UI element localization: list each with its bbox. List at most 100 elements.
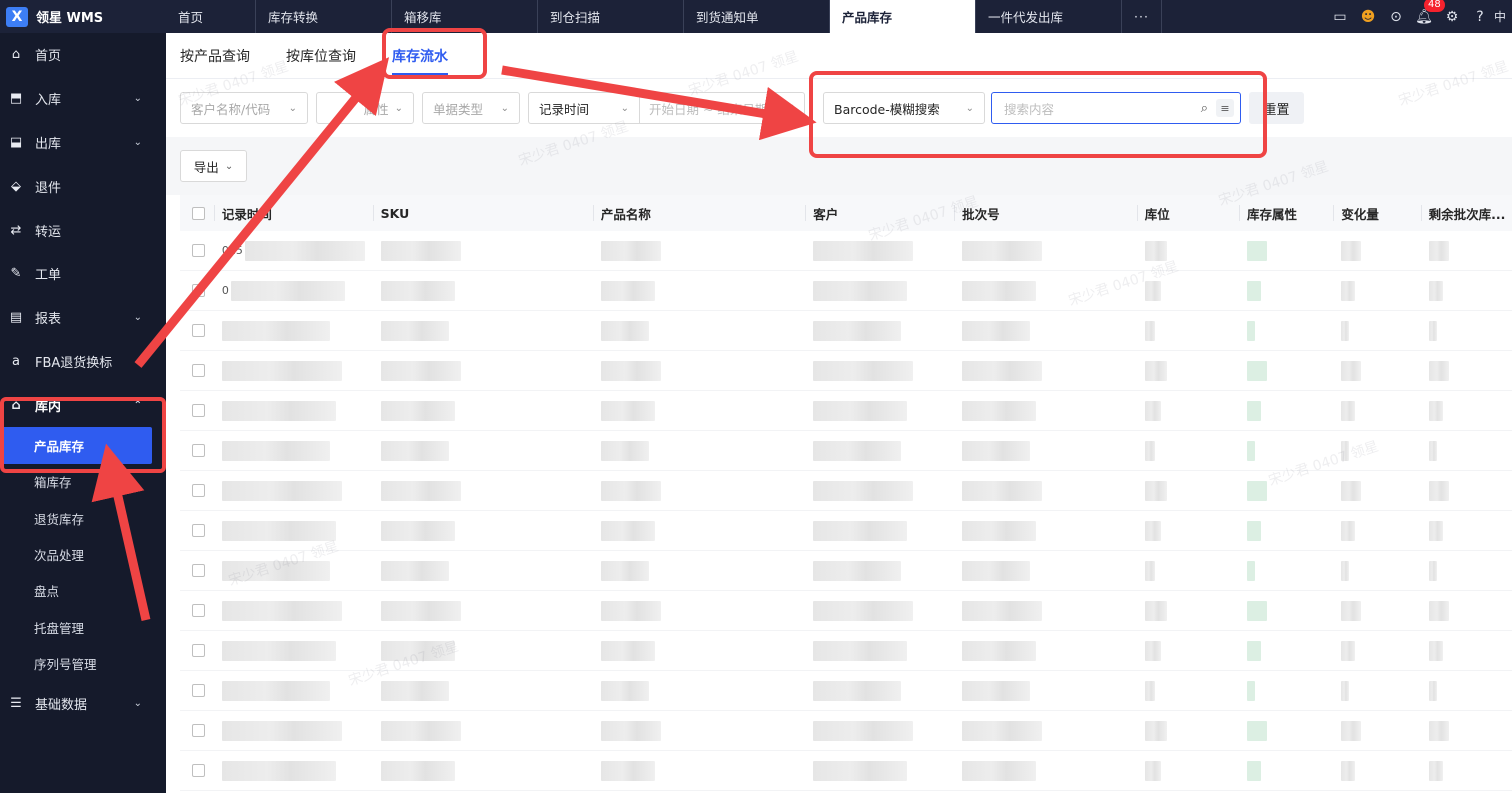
top-tab-3[interactable]: 到仓扫描	[538, 0, 684, 33]
table-row[interactable]: 025	[180, 231, 1512, 271]
row-checkbox-cell[interactable]	[180, 311, 214, 351]
checkbox[interactable]	[192, 324, 205, 337]
table-row[interactable]	[180, 511, 1512, 551]
column-header[interactable]: 记录时间	[213, 195, 373, 231]
column-header[interactable]: 剩余批次库...	[1420, 195, 1512, 231]
sidebar-subitem-1[interactable]: 箱库存	[0, 464, 166, 500]
sidebar-subitem-3[interactable]: 次品处理	[0, 536, 166, 572]
row-checkbox-cell[interactable]	[180, 431, 214, 471]
sidebar-item-0[interactable]: ⌂ 首页	[0, 33, 166, 77]
sidebar-item-6[interactable]: ▤ 报表 ⌄	[0, 296, 166, 340]
search-icon[interactable]: ⌕	[1201, 101, 1208, 116]
export-button[interactable]: 导出 ⌄	[180, 150, 247, 182]
sidebar-item-7[interactable]: a FBA退货换标 ⌄	[0, 340, 166, 384]
checkbox[interactable]	[192, 484, 205, 497]
row-checkbox-cell[interactable]	[180, 751, 214, 791]
table-row[interactable]	[180, 671, 1512, 711]
column-header[interactable]: 变化量	[1333, 195, 1420, 231]
time-field-select[interactable]: 记录时间 ⌄	[528, 92, 640, 124]
top-tab-4[interactable]: 到货通知单	[684, 0, 830, 33]
table-row[interactable]	[180, 631, 1512, 671]
row-checkbox-cell[interactable]	[180, 511, 214, 551]
sidebar-subitem-4[interactable]: 盘点	[0, 573, 166, 609]
customer-select[interactable]: 客户名称/代码 ⌄	[180, 92, 308, 124]
table-row[interactable]: 0	[180, 271, 1512, 311]
select-all-checkbox[interactable]	[180, 195, 214, 231]
attribute-select[interactable]: 属性 ⌄	[316, 92, 414, 124]
sidebar-item-1[interactable]: ⬒ 入库 ⌄	[0, 77, 166, 121]
doc-type-select[interactable]: 单据类型 ⌄	[422, 92, 520, 124]
sub-tab-1[interactable]: 按库位查询	[286, 33, 356, 79]
checkbox[interactable]	[192, 724, 205, 737]
top-tab-6[interactable]: 一件代发出库	[976, 0, 1122, 33]
sidebar-item-3[interactable]: ⬙ 退件	[0, 164, 166, 208]
column-header[interactable]: 库位	[1136, 195, 1239, 231]
column-header[interactable]: 库存属性	[1239, 195, 1333, 231]
checkbox[interactable]	[192, 244, 205, 257]
row-checkbox-cell[interactable]	[180, 351, 214, 391]
sidebar-item-5[interactable]: ✎ 工单	[0, 252, 166, 296]
download-icon[interactable]: ⊙	[1382, 0, 1410, 33]
table-row[interactable]	[180, 551, 1512, 591]
help-icon[interactable]: ?	[1466, 0, 1494, 33]
batch-search-icon[interactable]: ≡	[1216, 99, 1234, 117]
row-checkbox-cell[interactable]	[180, 711, 214, 751]
search-input[interactable]: 搜索内容 ⌕ ≡	[991, 92, 1241, 124]
date-range-picker[interactable]: 开始日期 ~ 结束日期 ▦	[639, 92, 805, 124]
row-checkbox-cell[interactable]	[180, 471, 214, 511]
top-tab-5[interactable]: 产品库存	[830, 0, 976, 33]
row-checkbox-cell[interactable]	[180, 591, 214, 631]
checkbox[interactable]	[192, 564, 205, 577]
checkbox[interactable]	[192, 764, 205, 777]
checkbox[interactable]	[192, 524, 205, 537]
checkbox[interactable]	[192, 684, 205, 697]
top-tab-1[interactable]: 库存转换	[256, 0, 392, 33]
sidebar-item-8[interactable]: ⌂ 库内 ⌃	[0, 383, 166, 427]
table-row[interactable]	[180, 311, 1512, 351]
row-checkbox-cell[interactable]	[180, 671, 214, 711]
table-row[interactable]	[180, 391, 1512, 431]
checkbox[interactable]	[192, 644, 205, 657]
sidebar-subitem-6[interactable]: 序列号管理	[0, 646, 166, 682]
sidebar-item-4[interactable]: ⇄ 转运	[0, 208, 166, 252]
sub-tab-0[interactable]: 按产品查询	[180, 33, 250, 79]
checkbox[interactable]	[192, 206, 205, 220]
printer-icon[interactable]: ▭	[1326, 0, 1354, 33]
table-row[interactable]	[180, 591, 1512, 631]
sidebar-subitem-2[interactable]: 退货库存	[0, 500, 166, 536]
checkbox[interactable]	[192, 364, 205, 377]
checkbox[interactable]	[192, 444, 205, 457]
row-checkbox-cell[interactable]	[180, 631, 214, 671]
sidebar-subitem-5[interactable]: 托盘管理	[0, 609, 166, 645]
row-checkbox-cell[interactable]	[180, 551, 214, 591]
checkbox[interactable]	[192, 284, 205, 297]
checkbox[interactable]	[192, 604, 205, 617]
column-header[interactable]: 产品名称	[592, 195, 805, 231]
column-header[interactable]: 客户	[805, 195, 954, 231]
bell-icon[interactable]: 🔔︎ 48	[1410, 0, 1445, 33]
gear-icon[interactable]: ⚙	[1438, 0, 1466, 33]
row-checkbox-cell[interactable]	[180, 271, 214, 311]
checkbox[interactable]	[192, 404, 205, 417]
row-checkbox-cell[interactable]	[180, 391, 214, 431]
sidebar-subitem-0[interactable]: 产品库存	[0, 427, 152, 464]
top-tab-0[interactable]: 首页	[166, 0, 256, 33]
search-type-select[interactable]: Barcode-模糊搜索 ⌄	[823, 92, 985, 124]
sidebar-item-2[interactable]: ⬓ 出库 ⌄	[0, 121, 166, 165]
brand[interactable]: X 领星 WMS	[0, 0, 166, 33]
sidebar-item-basic-data[interactable]: ☰ 基础数据 ⌄	[0, 682, 166, 726]
row-checkbox-cell[interactable]	[180, 231, 214, 271]
table-row[interactable]	[180, 711, 1512, 751]
language-switch[interactable]: 中	[1494, 8, 1512, 25]
more-tabs-button[interactable]: ···	[1122, 0, 1162, 33]
table-row[interactable]	[180, 751, 1512, 791]
sub-tab-2[interactable]: 库存流水	[392, 33, 448, 79]
table-row[interactable]	[180, 351, 1512, 391]
column-header[interactable]: 批次号	[954, 195, 1137, 231]
table-row[interactable]	[180, 471, 1512, 511]
column-header[interactable]: SKU	[372, 195, 593, 231]
reset-button[interactable]: 重置	[1249, 92, 1304, 124]
robot-icon[interactable]: ☻	[1354, 0, 1382, 33]
table-row[interactable]	[180, 431, 1512, 471]
top-tab-2[interactable]: 箱移库	[392, 0, 538, 33]
